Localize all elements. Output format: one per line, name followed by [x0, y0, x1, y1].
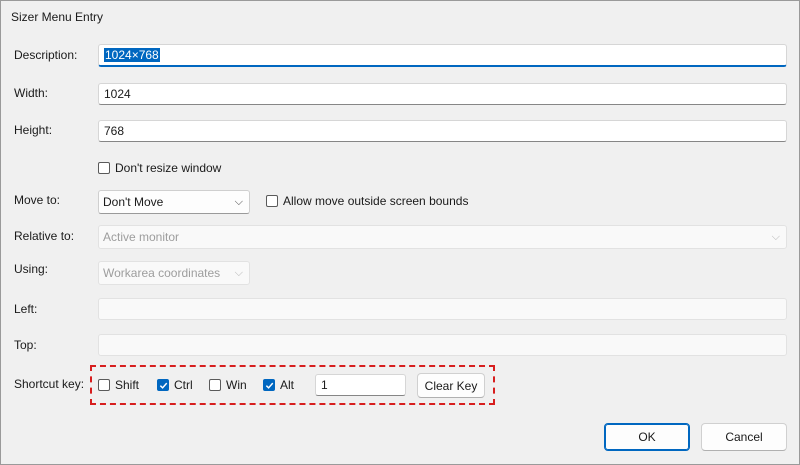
checkmark-icon [159, 382, 167, 389]
shortcut-label: Shortcut key: [14, 377, 85, 391]
dont-resize-box[interactable] [98, 162, 110, 174]
chevron-down-icon: ⌵ [234, 196, 243, 208]
chevron-down-icon: ⌵ [234, 267, 243, 279]
win-label: Win [226, 378, 247, 392]
ctrl-label: Ctrl [174, 378, 193, 392]
width-value: 1024 [104, 87, 131, 101]
relative-to-select[interactable]: Active monitor ⌵ [98, 225, 787, 249]
height-label: Height: [14, 123, 53, 137]
description-value: 1024×768 [104, 48, 160, 62]
clear-key-button[interactable]: Clear Key [417, 373, 485, 398]
left-label: Left: [14, 302, 38, 316]
using-value: Workarea coordinates [103, 266, 221, 280]
relative-to-value: Active monitor [103, 230, 180, 244]
chevron-down-icon: ⌵ [771, 231, 780, 243]
using-label: Using: [14, 262, 49, 276]
alt-checkbox[interactable]: Alt [263, 378, 294, 392]
ok-button[interactable]: OK [604, 423, 690, 451]
move-to-select[interactable]: Don't Move ⌵ [98, 190, 250, 214]
height-value: 768 [104, 124, 125, 138]
shift-label: Shift [115, 378, 140, 392]
win-box[interactable] [209, 379, 221, 391]
allow-outside-label: Allow move outside screen bounds [283, 194, 469, 208]
description-label: Description: [14, 48, 78, 62]
move-to-label: Move to: [14, 193, 61, 207]
move-to-value: Don't Move [103, 195, 164, 209]
width-label: Width: [14, 86, 49, 100]
dialog-window: Sizer Menu Entry Description: 1024×768 W… [0, 0, 800, 465]
shift-box[interactable] [98, 379, 110, 391]
cancel-button[interactable]: Cancel [701, 423, 787, 451]
ctrl-box[interactable] [157, 379, 169, 391]
height-field[interactable]: 768 [98, 120, 787, 142]
allow-outside-checkbox[interactable]: Allow move outside screen bounds [266, 194, 468, 208]
shortcut-key-value: 1 [321, 378, 328, 392]
checkmark-icon [265, 382, 273, 389]
width-field[interactable]: 1024 [98, 83, 787, 105]
alt-label: Alt [280, 378, 295, 392]
alt-box[interactable] [263, 379, 275, 391]
window-title: Sizer Menu Entry [11, 10, 104, 24]
top-label: Top: [14, 338, 37, 352]
shift-checkbox[interactable]: Shift [98, 378, 139, 392]
shortcut-key-field[interactable]: 1 [315, 374, 406, 396]
top-field[interactable] [98, 334, 787, 356]
dont-resize-label: Don't resize window [115, 161, 222, 175]
win-checkbox[interactable]: Win [209, 378, 247, 392]
relative-to-label: Relative to: [14, 229, 75, 243]
description-field[interactable]: 1024×768 [98, 44, 787, 67]
dont-resize-checkbox[interactable]: Don't resize window [98, 161, 221, 175]
left-field[interactable] [98, 298, 787, 320]
ctrl-checkbox[interactable]: Ctrl [157, 378, 193, 392]
using-select[interactable]: Workarea coordinates ⌵ [98, 261, 250, 285]
allow-outside-box[interactable] [266, 195, 278, 207]
